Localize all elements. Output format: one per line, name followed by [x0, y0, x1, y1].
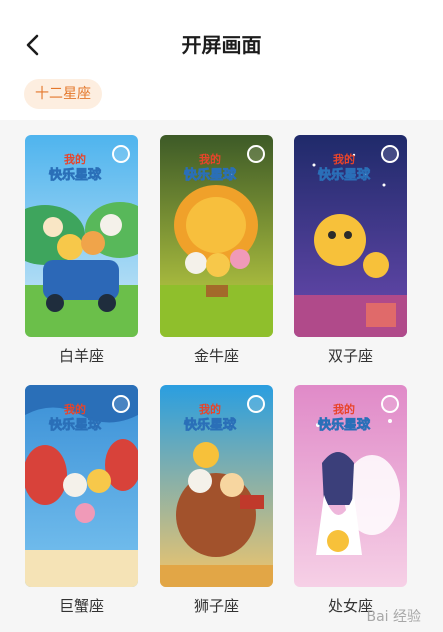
artwork-logo-text: 快乐星球: [184, 417, 237, 433]
splash-grid: 我的 快乐星球 白羊座 我的 快乐星球 金牛座 我的 快乐星球 双子座 我的 快…: [0, 120, 443, 632]
page-title: 开屏画面: [181, 33, 262, 57]
select-radio[interactable]: [112, 145, 130, 163]
select-radio[interactable]: [247, 145, 265, 163]
card-caption: 白羊座: [58, 347, 104, 365]
artwork-logo-text: 快乐星球: [184, 167, 237, 183]
filter-chip-zodiac[interactable]: 十二星座: [24, 79, 102, 109]
select-radio[interactable]: [112, 395, 130, 413]
select-radio[interactable]: [247, 395, 265, 413]
artwork-logo-text: 快乐星球: [318, 167, 371, 183]
watermark: Bai 经验: [366, 609, 421, 625]
artwork-logo-text: 我的: [199, 402, 221, 416]
card-caption: 巨蟹座: [58, 597, 104, 615]
artwork-logo-text: 我的: [333, 402, 355, 416]
splash-thumbnail: 我的 快乐星球: [25, 135, 138, 337]
artwork-logo-text: 我的: [64, 402, 86, 416]
artwork-logo-text: 快乐星球: [49, 167, 102, 183]
splash-thumbnail: 我的 快乐星球: [160, 135, 273, 337]
splash-thumbnail: 我的 快乐星球: [294, 135, 407, 337]
splash-thumbnail: 我的 快乐星球: [25, 385, 138, 587]
card-caption: 双子座: [327, 347, 373, 365]
card-caption: 狮子座: [193, 597, 239, 615]
artwork-logo-text: 我的: [333, 152, 355, 166]
artwork-logo-text: 快乐星球: [318, 417, 371, 433]
artwork-logo-text: 我的: [64, 152, 86, 166]
splash-thumbnail: 我的 快乐星球: [294, 385, 407, 587]
artwork-logo-text: 我的: [199, 152, 221, 166]
top-bar: 开屏画面 十二星座: [0, 0, 443, 120]
splash-thumbnail: 我的 快乐星球: [160, 385, 273, 587]
artwork-logo-text: 快乐星球: [49, 417, 102, 433]
card-caption: 金牛座: [193, 347, 239, 365]
select-radio[interactable]: [381, 395, 399, 413]
select-radio[interactable]: [381, 145, 399, 163]
